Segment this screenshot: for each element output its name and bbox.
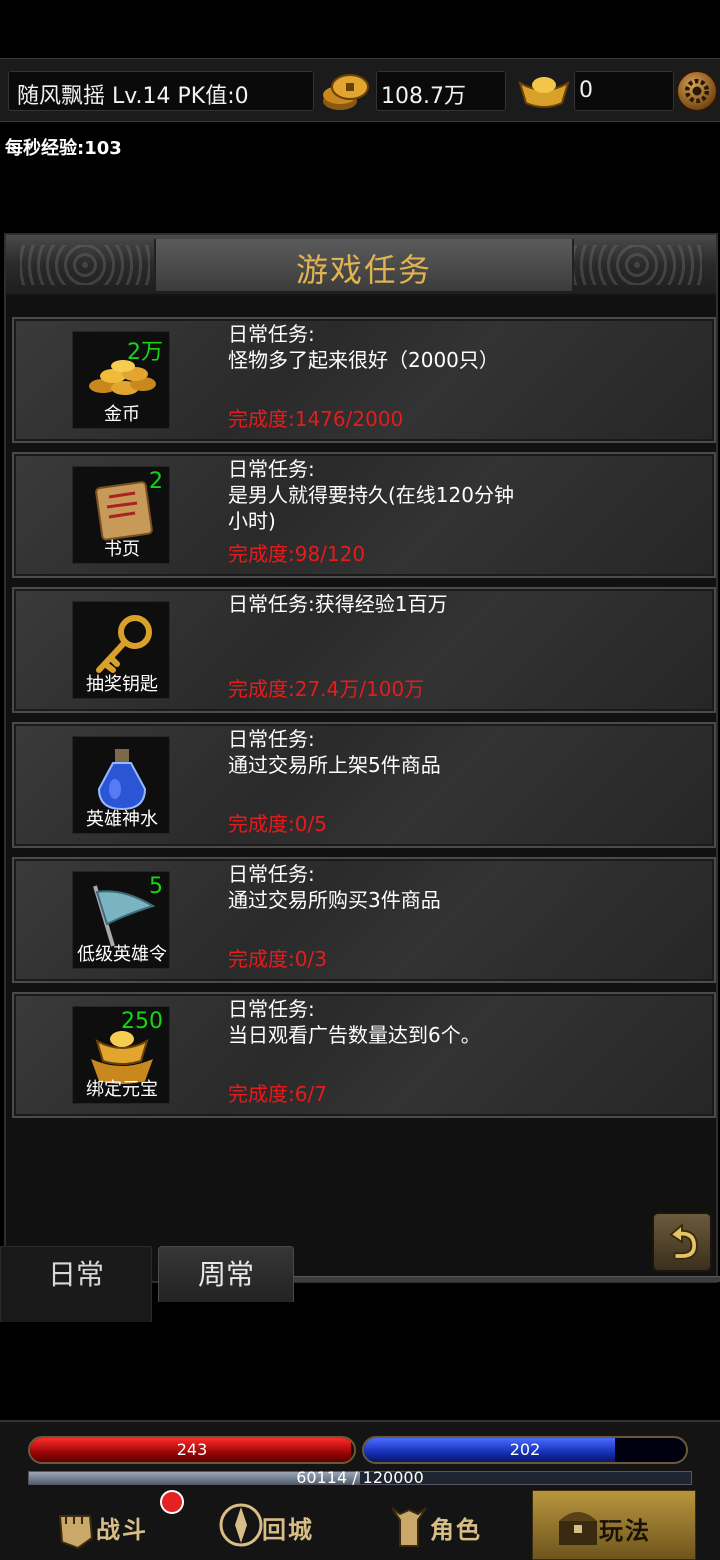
reward-slot[interactable]: 2 书页 [72, 466, 170, 564]
fist-icon [58, 1515, 94, 1550]
task-row[interactable]: 2万 金币 日常任务: 怪物多了起来很好（2000只） 完成度:1476/200… [12, 317, 716, 443]
portal-icon [219, 1503, 263, 1547]
header-ornament-right [572, 245, 702, 285]
player-info: 随风飘摇 Lv.14 PK值:0 [17, 84, 249, 109]
reward-slot[interactable]: 250 绑定元宝 [72, 1006, 170, 1104]
reward-name: 英雄神水 [86, 809, 158, 830]
gold-amount: 108.7万 [381, 84, 466, 109]
player-info-box[interactable]: 随风飘摇 Lv.14 PK值:0 [8, 71, 314, 111]
notification-dot [160, 1490, 184, 1514]
task-description: 日常任务:获得经验1百万 [228, 592, 448, 616]
gold-amount-box: 108.7万 [376, 71, 506, 111]
task-description: 日常任务: 怪物多了起来很好（2000只） [228, 322, 499, 372]
ingot-amount: 0 [579, 78, 593, 103]
back-button[interactable] [652, 1212, 712, 1272]
mp-bar: 202 [362, 1436, 688, 1464]
nav-play-label: 玩法 [599, 1517, 651, 1545]
header-ornament-left [20, 245, 150, 285]
nav-role-button[interactable]: 角色 [364, 1490, 528, 1560]
reward-count: 2万 [127, 340, 163, 365]
reward-name: 书页 [104, 539, 140, 560]
task-progress: 完成度:27.4万/100万 [228, 677, 425, 701]
task-row[interactable]: 2 书页 日常任务: 是男人就得要持久(在线120分钟小时) 完成度:98/12… [12, 452, 716, 578]
gear-icon [684, 78, 710, 104]
panel-title: 游戏任务 [295, 251, 432, 289]
task-progress: 完成度:6/7 [228, 1082, 327, 1106]
helmet-icon [391, 1507, 427, 1547]
exp-bar: 60114 / 120000 [28, 1468, 692, 1487]
gold-coin-icon [323, 74, 369, 110]
hp-value: 243 [176, 1440, 208, 1459]
title-plate: 游戏任务 [154, 239, 574, 291]
reward-count: 2 [149, 469, 163, 494]
ingot-amount-box: 0 [574, 71, 674, 111]
reward-count: 5 [149, 874, 163, 899]
task-panel: 游戏任务 2万 金币 日常任务: 怪物多了起来很好（2000只） 完成度:147… [4, 233, 718, 1283]
tab-divider [294, 1276, 720, 1282]
task-row[interactable]: 抽奖钥匙 日常任务:获得经验1百万 完成度:27.4万/100万 [12, 587, 716, 713]
exp-per-second: 每秒经验:103 [5, 138, 122, 159]
reward-name: 抽奖钥匙 [86, 674, 158, 695]
task-row[interactable]: 250 绑定元宝 日常任务: 当日观看广告数量达到6个。 完成度:6/7 [12, 992, 716, 1118]
top-status-bar: 随风飘摇 Lv.14 PK值:0 108.7万 0 [0, 58, 720, 122]
nav-town-button[interactable]: 回城 [196, 1490, 360, 1560]
reward-name: 低级英雄令 [77, 944, 167, 965]
task-description: 日常任务: 通过交易所购买3件商品 [228, 862, 441, 912]
return-arrow-icon [669, 1223, 698, 1260]
tab-daily[interactable]: 日常 [0, 1246, 152, 1322]
reward-slot[interactable]: 2万 金币 [72, 331, 170, 429]
nav-battle-label: 战斗 [96, 1516, 148, 1544]
task-description: 日常任务: 通过交易所上架5件商品 [228, 727, 441, 777]
mp-value: 202 [509, 1440, 541, 1459]
task-row[interactable]: 英雄神水 日常任务: 通过交易所上架5件商品 完成度:0/5 [12, 722, 716, 848]
task-progress: 完成度:1476/2000 [228, 407, 404, 431]
task-progress: 完成度:0/5 [228, 812, 327, 836]
reward-name: 绑定元宝 [86, 1079, 158, 1100]
nav-role-label: 角色 [430, 1516, 482, 1544]
reward-count: 250 [121, 1009, 163, 1034]
task-progress: 完成度:0/3 [228, 947, 327, 971]
settings-gear-button[interactable] [676, 70, 718, 112]
treasure-chest-icon [559, 1512, 597, 1545]
panel-header: 游戏任务 [6, 235, 716, 297]
nav-town-label: 回城 [262, 1516, 314, 1544]
gold-ingot-icon [518, 77, 570, 108]
nav-play-button[interactable]: 玩法 [532, 1490, 696, 1560]
hp-bar: 243 [28, 1436, 356, 1464]
reward-slot[interactable]: 抽奖钥匙 [72, 601, 170, 699]
task-description: 日常任务: 是男人就得要持久(在线120分钟小时) [228, 457, 514, 533]
exp-value: 60114 / 120000 [296, 1468, 424, 1487]
reward-name: 金币 [104, 404, 140, 425]
task-progress: 完成度:98/120 [228, 542, 366, 566]
reward-slot[interactable]: 5 低级英雄令 [72, 871, 170, 969]
task-row[interactable]: 5 低级英雄令 日常任务: 通过交易所购买3件商品 完成度:0/3 [12, 857, 716, 983]
reward-slot[interactable]: 英雄神水 [72, 736, 170, 834]
tab-weekly[interactable]: 周常 [158, 1246, 294, 1302]
bottom-hud: 243 202 60114 / 120000 战斗 回城 角色 玩法 [0, 1420, 720, 1560]
task-description: 日常任务: 当日观看广告数量达到6个。 [228, 997, 481, 1047]
